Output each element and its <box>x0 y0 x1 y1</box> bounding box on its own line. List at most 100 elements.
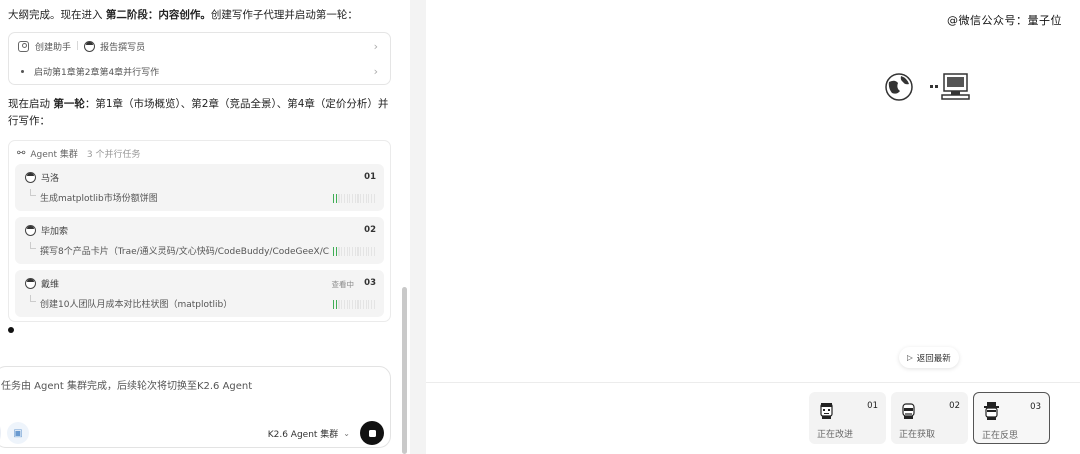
agent-status-card[interactable]: 02 正在获取 <box>891 392 968 444</box>
intro-message: 大纲完成。现在进入 第二阶段：内容创作。创建写作子代理并启动第一轮： <box>8 9 358 21</box>
progress-tick <box>338 194 340 203</box>
task-description: 撰写8个产品卡片（Trae/通义灵码/文心快码/CodeBuddy/CodeGe… <box>40 247 330 257</box>
agent-cluster-panel: ⚯ Agent 集群 3 个并行任务 马洛 01 生成matplotlib市场份… <box>8 140 391 322</box>
chevron-down-icon: ⌄ <box>343 429 350 438</box>
return-latest-label: 返回最新 <box>916 353 951 364</box>
agent-cluster-subtitle: 3 个并行任务 <box>86 150 141 160</box>
progress-tick <box>346 194 348 203</box>
divider <box>426 382 1080 383</box>
agent-cluster-header: ⚯ Agent 集群 3 个并行任务 <box>17 147 141 160</box>
pixel-scene-illustration <box>885 73 970 101</box>
agent-status: 正在反思 <box>982 431 1019 441</box>
progress-tick <box>360 194 362 203</box>
task-agent-name: 毕加索 <box>41 227 69 237</box>
create-assistant-card: 创建助手 | 报告撰写员 › 启动第1章第2章第4章并行写作 › <box>8 32 391 85</box>
progress-tick <box>341 194 343 203</box>
bullet-icon <box>21 69 24 73</box>
agent-avatar-icon <box>902 403 915 419</box>
progress-tick <box>349 194 351 203</box>
progress-tick <box>362 247 365 256</box>
computer-icon <box>941 73 970 100</box>
progress-tick <box>346 247 348 256</box>
round-message: 现在启动 第一轮：第1章（市场概览）、第2章（竞品全景）、第4章（定价分析）并行… <box>8 98 389 127</box>
agent-status: 正在改进 <box>817 430 854 440</box>
progress-tick <box>343 300 345 309</box>
progress-tick <box>335 194 337 203</box>
progress-tick <box>349 247 351 256</box>
task-status-label: 查看中 <box>331 280 355 289</box>
progress-tick <box>365 300 367 309</box>
agent-avatar-icon <box>25 172 36 183</box>
task-progress <box>333 194 375 203</box>
app-root: 大纲完成。现在进入 第二阶段：内容创作。创建写作子代理并启动第一轮： 创建助手 … <box>0 0 1080 454</box>
agent-name-label: 报告撰写员 <box>100 42 146 53</box>
progress-tick <box>373 247 375 256</box>
agent-number: 01 <box>867 401 878 411</box>
composer[interactable]: 任务由 Agent 集群完成，后续轮次将切换至K2.6 Agent ▣ K2.6… <box>0 366 391 448</box>
progress-tick <box>354 247 356 256</box>
progress-tick <box>341 247 343 256</box>
progress-tick <box>335 300 337 309</box>
return-latest-button[interactable]: ▷ 返回最新 <box>899 347 959 368</box>
progress-tick <box>362 300 365 309</box>
attachment-icon[interactable]: ▣ <box>7 422 29 444</box>
progress-tick <box>368 300 370 309</box>
progress-tick <box>333 300 335 309</box>
composer-edge-icon[interactable] <box>0 423 1 443</box>
progress-tick <box>341 300 343 309</box>
play-icon: ▷ <box>907 353 913 362</box>
agent-status-card[interactable]: 01 正在改进 <box>809 392 886 444</box>
progress-tick <box>371 300 373 309</box>
progress-tick <box>343 194 345 203</box>
tree-connector <box>30 295 36 302</box>
composer-text[interactable]: 任务由 Agent 集群完成，后续轮次将切换至K2.6 Agent <box>1 377 252 392</box>
chat-scrollbar[interactable] <box>402 287 407 454</box>
task-number: 03 <box>364 278 376 288</box>
progress-tick <box>357 194 359 203</box>
progress-tick <box>352 300 354 309</box>
progress-tick <box>333 247 335 256</box>
agent-number: 02 <box>949 401 960 411</box>
progress-tick <box>368 194 370 203</box>
chevron-right-icon: › <box>373 64 378 78</box>
progress-tick <box>335 247 337 256</box>
stop-button[interactable] <box>360 421 384 445</box>
model-label: K2.6 Agent 集群 <box>267 430 339 440</box>
task-launch-label: 启动第1章第2章第4章并行写作 <box>34 67 160 78</box>
agent-avatar-icon <box>820 403 833 419</box>
progress-tick <box>352 194 354 203</box>
progress-tick <box>373 300 375 309</box>
chat-panel: 大纲完成。现在进入 第二阶段：内容创作。创建写作子代理并启动第一轮： 创建助手 … <box>0 0 410 454</box>
progress-tick <box>360 300 362 309</box>
agent-avatar-icon <box>984 402 999 420</box>
progress-tick <box>373 194 375 203</box>
agent-status-card[interactable]: 03 正在反思 <box>973 392 1050 444</box>
task-card[interactable]: 马洛 01 生成matplotlib市场份额饼图 <box>15 164 384 211</box>
workspace-panel: @微信公众号：量子位 ▷ 返回最新 01 正在改进 02 正在获取 03 正在反… <box>426 0 1080 454</box>
task-description: 生成matplotlib市场份额饼图 <box>40 194 158 204</box>
progress-tick <box>357 300 359 309</box>
agent-avatar-icon <box>25 278 36 289</box>
progress-tick <box>352 247 354 256</box>
progress-tick <box>371 247 373 256</box>
watermark-text: @微信公众号：量子位 <box>947 14 1062 27</box>
agent-status: 正在获取 <box>899 430 936 440</box>
progress-tick <box>349 300 351 309</box>
create-assistant-label: 创建助手 <box>35 42 72 53</box>
task-card[interactable]: 毕加索 02 撰写8个产品卡片（Trae/通义灵码/文心快码/CodeBuddy… <box>15 217 384 264</box>
agent-avatar-icon <box>84 40 96 52</box>
task-number: 01 <box>364 172 376 182</box>
progress-tick <box>346 300 348 309</box>
model-selector[interactable]: K2.6 Agent 集群 ⌄ <box>268 427 350 440</box>
create-assistant-row[interactable]: 创建助手 | 报告撰写员 › <box>9 35 390 57</box>
progress-tick <box>360 247 362 256</box>
progress-tick <box>338 300 340 309</box>
progress-tick <box>365 194 367 203</box>
agent-cluster-title: Agent 集群 <box>30 150 78 160</box>
task-number: 02 <box>364 225 376 235</box>
chevron-right-icon: › <box>373 39 378 53</box>
agent-number: 03 <box>1030 402 1041 412</box>
task-card[interactable]: 戴维 查看中 03 创建10人团队月成本对比柱状图（matplotlib） <box>15 270 384 317</box>
progress-tick <box>338 247 340 256</box>
task-launch-row[interactable]: 启动第1章第2章第4章并行写作 › <box>9 60 390 82</box>
